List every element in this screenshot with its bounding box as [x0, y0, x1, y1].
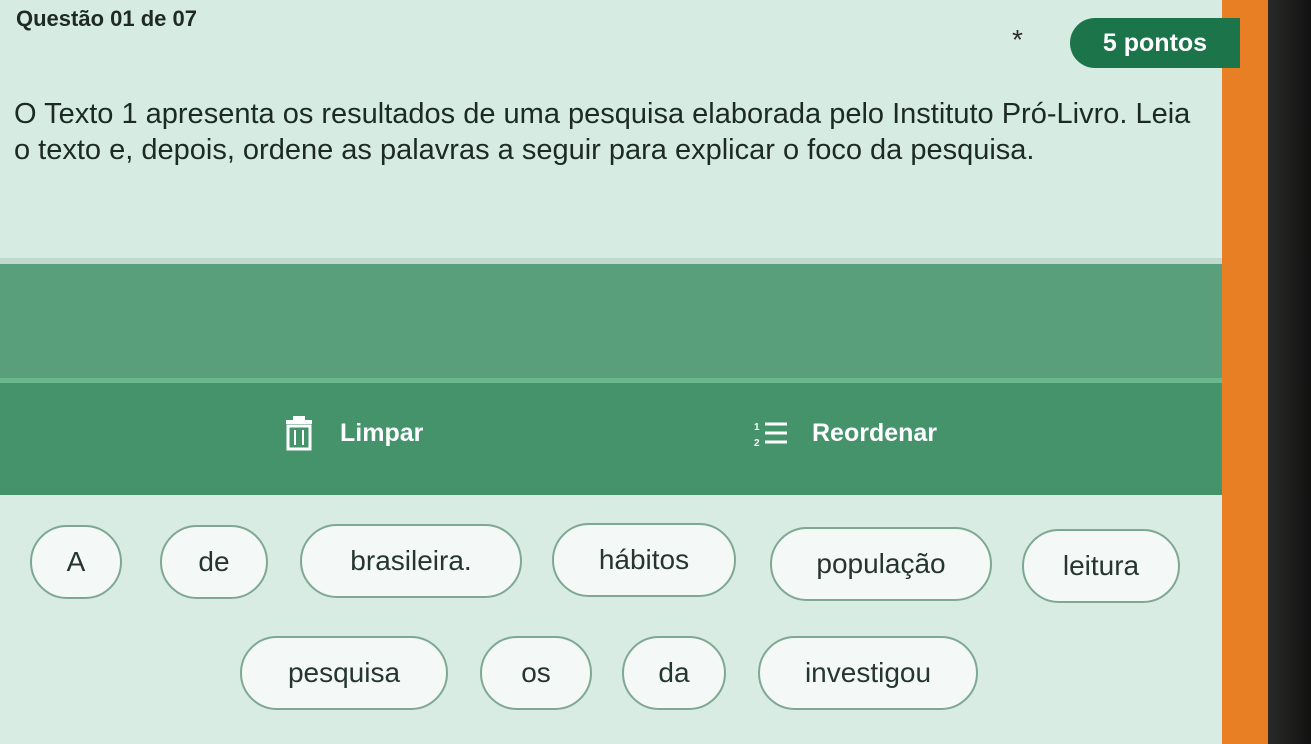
word-chip-os[interactable]: os [480, 636, 592, 710]
points-badge: 5 pontos [1070, 18, 1240, 68]
required-marker: * [1012, 24, 1023, 55]
word-chip-populacao[interactable]: população [770, 527, 992, 601]
word-toolbar: Limpar 1 2 Reordenar [0, 378, 1222, 495]
quiz-screen: Questão 01 de 07 * 5 pontos O Texto 1 ap… [0, 0, 1311, 744]
word-chip-leitura[interactable]: leitura [1022, 529, 1180, 603]
word-chip-brasileira[interactable]: brasileira. [300, 524, 522, 598]
question-panel: Questão 01 de 07 * 5 pontos O Texto 1 ap… [0, 0, 1240, 744]
word-chip-habitos[interactable]: hábitos [552, 523, 736, 597]
reorder-button[interactable]: 1 2 Reordenar [750, 405, 937, 461]
clear-label: Limpar [340, 418, 424, 447]
screen-edge-shadow [1268, 0, 1311, 744]
word-bank: A de brasileira. hábitos população leitu… [0, 495, 1222, 744]
trash-icon [278, 412, 320, 454]
svg-text:1: 1 [754, 422, 760, 433]
word-chip-a[interactable]: A [30, 525, 122, 599]
reorder-label: Reordenar [812, 418, 938, 447]
word-chip-pesquisa[interactable]: pesquisa [240, 636, 448, 710]
numbered-list-icon: 1 2 [750, 412, 792, 454]
svg-text:2: 2 [754, 438, 760, 449]
question-counter: Questão 01 de 07 [16, 6, 197, 31]
word-chip-de[interactable]: de [160, 525, 268, 599]
clear-button[interactable]: Limpar [278, 405, 423, 461]
question-prompt: O Texto 1 apresenta os resultados de uma… [14, 98, 1191, 166]
answer-drop-area[interactable] [0, 264, 1222, 378]
word-chip-investigou[interactable]: investigou [758, 636, 978, 710]
word-chip-da[interactable]: da [622, 636, 726, 710]
